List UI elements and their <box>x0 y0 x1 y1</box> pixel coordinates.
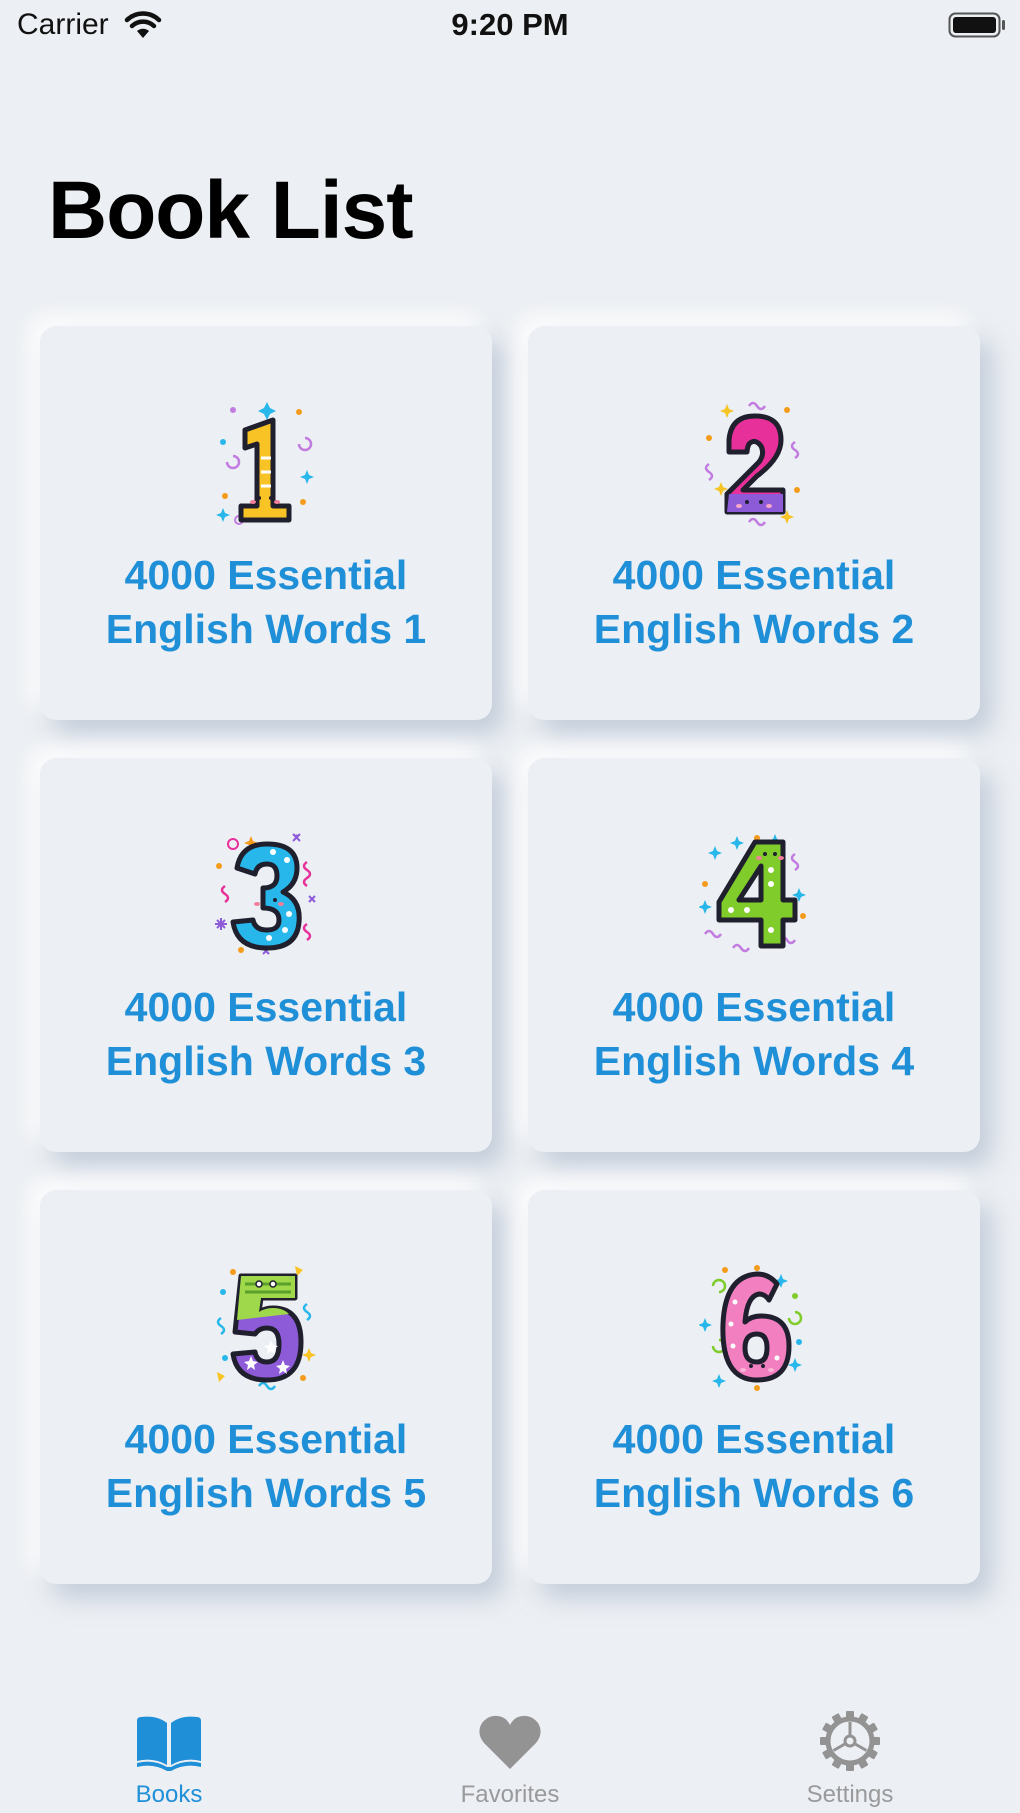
number-one-icon <box>216 402 314 525</box>
number-six-icon <box>699 1265 803 1391</box>
page-title: Book List <box>48 165 414 256</box>
gear-icon <box>820 1711 880 1771</box>
number-two-icon <box>704 401 800 527</box>
book-card-6[interactable]: 4000 Essential English Words 6 <box>528 1190 980 1584</box>
number-four-icon <box>699 834 806 953</box>
book-card-4[interactable]: 4000 Essential English Words 4 <box>528 758 980 1152</box>
book-title: 4000 Essential English Words 1 <box>105 552 427 652</box>
battery-icon <box>948 12 1005 38</box>
tab-label: Settings <box>806 1781 894 1808</box>
app-screen: Carrier 9:20 PM Book List 4000 Essential… <box>0 0 1020 1813</box>
tab-favorites[interactable]: Favorites <box>410 1683 610 1813</box>
book-card-2[interactable]: 4000 Essential English Words 2 <box>528 326 980 720</box>
book-title: 4000 Essential English Words 5 <box>105 1416 427 1516</box>
book-title: 4000 Essential English Words 2 <box>593 552 915 652</box>
tab-books[interactable]: Books <box>69 1683 269 1813</box>
clock: 9:20 PM <box>451 7 569 42</box>
tab-label: Favorites <box>460 1781 560 1808</box>
book-title: 4000 Essential English Words 4 <box>593 984 915 1084</box>
heart-icon <box>479 1715 541 1769</box>
tab-label: Books <box>135 1781 203 1808</box>
book-card-1[interactable]: 4000 Essential English Words 1 <box>40 326 492 720</box>
status-bar: Carrier 9:20 PM <box>0 0 1020 52</box>
book-card-5[interactable]: 4000 Essential English Words 5 <box>40 1190 492 1584</box>
book-card-3[interactable]: 4000 Essential English Words 3 <box>40 758 492 1152</box>
number-five-icon <box>216 1266 316 1391</box>
book-grid: 4000 Essential English Words 1 4000 Esse… <box>40 326 980 1584</box>
number-three-icon <box>215 833 316 955</box>
book-title: 4000 Essential English Words 6 <box>593 1416 915 1516</box>
book-title: 4000 Essential English Words 3 <box>105 984 427 1084</box>
tab-settings[interactable]: Settings <box>750 1683 950 1813</box>
tab-bar: Books Favorites Settings <box>0 1683 1020 1813</box>
book-icon <box>137 1716 201 1771</box>
